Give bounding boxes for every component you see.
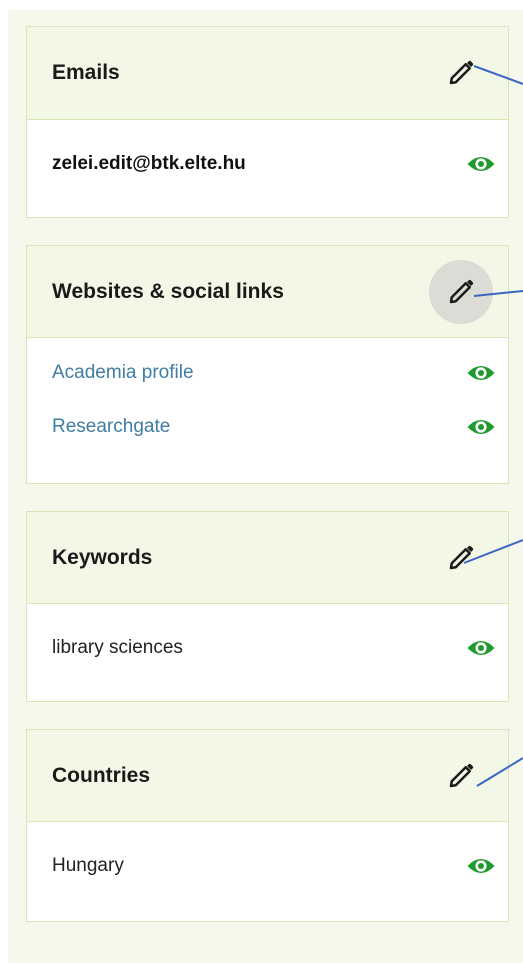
country-row: Hungary [52, 848, 495, 884]
websites-card-header: Websites & social links [27, 246, 508, 338]
keywords-card: Keywords library sciences [26, 511, 509, 702]
pencil-icon [449, 545, 474, 569]
eye-icon[interactable] [466, 416, 496, 438]
pencil-icon [449, 60, 474, 85]
pencil-icon [449, 763, 474, 787]
keywords-card-header: Keywords [27, 512, 508, 604]
websites-card: Websites & social links Academia profile… [26, 245, 509, 484]
keyword-row: library sciences [52, 630, 495, 666]
eye-icon[interactable] [466, 637, 496, 659]
emails-card-header: Emails [27, 27, 508, 120]
website-row: Academia profile [52, 355, 495, 391]
email-address: zelei.edit@btk.elte.hu [52, 153, 246, 174]
email-row: zelei.edit@btk.elte.hu [52, 146, 495, 182]
keyword-text: library sciences [52, 637, 183, 658]
emails-card: Emails zelei.edit@btk.elte.hu [26, 26, 509, 218]
eye-icon[interactable] [466, 855, 496, 877]
website-row: Researchgate [52, 409, 495, 445]
countries-card-header: Countries [27, 730, 508, 822]
keywords-title: Keywords [52, 545, 153, 569]
countries-edit-button[interactable] [429, 744, 493, 808]
websites-title: Websites & social links [52, 279, 284, 303]
country-text: Hungary [52, 855, 124, 876]
countries-title: Countries [52, 763, 151, 787]
eye-icon[interactable] [466, 362, 496, 384]
countries-card: Countries Hungary [26, 729, 509, 922]
emails-title: Emails [52, 61, 120, 84]
keywords-edit-button[interactable] [429, 526, 493, 590]
eye-icon[interactable] [466, 153, 496, 175]
academia-profile-link[interactable]: Academia profile [52, 362, 194, 384]
pencil-icon [449, 279, 474, 303]
researchgate-link[interactable]: Researchgate [52, 416, 170, 438]
emails-edit-button[interactable] [429, 41, 493, 105]
websites-edit-button[interactable] [429, 259, 493, 324]
